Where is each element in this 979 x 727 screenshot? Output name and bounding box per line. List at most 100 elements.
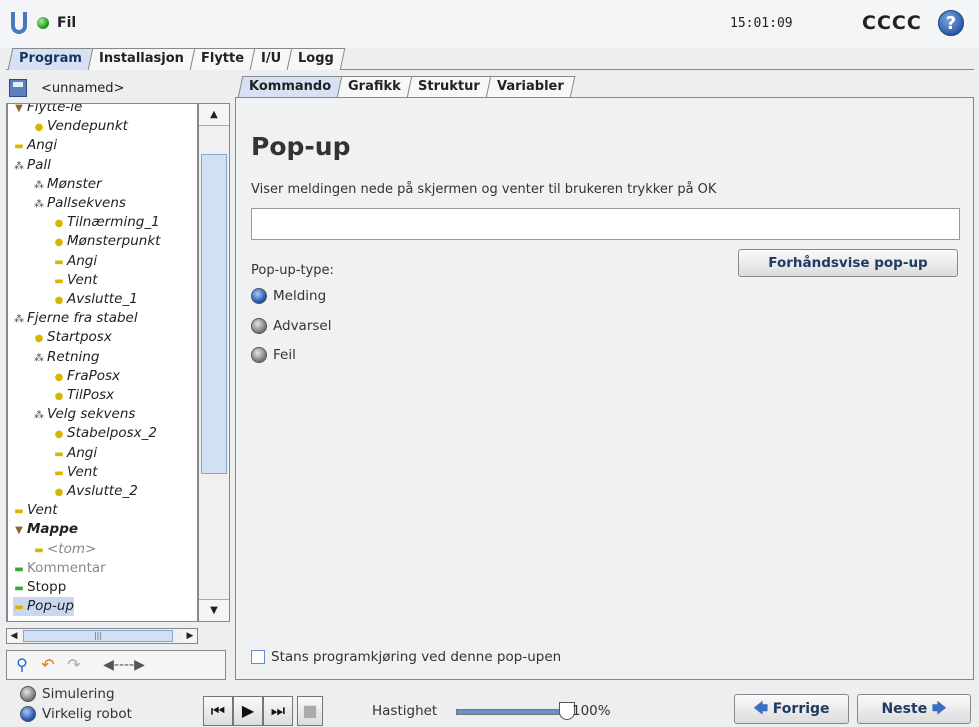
tree-node-label: Pallsekvens (47, 195, 126, 211)
tree-node-label: Vent (67, 271, 98, 288)
file-menu[interactable]: Fil (57, 15, 76, 31)
tree-node[interactable]: ⁂ Mønster (33, 175, 102, 194)
tab-log[interactable]: Logg (286, 48, 346, 70)
waypoint-icon: ● (54, 429, 64, 441)
tree-node[interactable]: ⁂ Pall (13, 156, 51, 175)
tree-node[interactable]: ● Avslutte_2 (53, 482, 138, 501)
waypoint-icon: ● (54, 237, 64, 249)
message-input[interactable] (251, 208, 960, 240)
tree-node[interactable]: ⁂ Retning (33, 348, 99, 367)
tree-node-label: Pall (27, 156, 51, 173)
tab-structure[interactable]: Struktur (406, 76, 492, 98)
waypoint-icon: ● (34, 122, 44, 134)
halt-program-option[interactable]: Stans programkjøring ved denne pop-upen (251, 649, 561, 665)
tab-variables[interactable]: Variabler (485, 76, 575, 98)
tree-node[interactable]: ▬ Vent (13, 501, 58, 520)
tab-installation[interactable]: Installasjon (87, 48, 196, 70)
tree-node[interactable]: ▬ Angi (53, 444, 97, 463)
tree-node-label: Startposx (47, 329, 112, 346)
drag-move-icon[interactable]: ◀----▶ (89, 654, 159, 676)
previous-button[interactable]: 🡄 Forrige (734, 694, 849, 724)
stop-icon[interactable]: ■ (297, 696, 323, 726)
scroll-left-arrow-icon[interactable]: ◀ (7, 629, 21, 643)
waypoint-icon: ● (34, 333, 44, 345)
tab-label: Logg (298, 51, 334, 66)
tree-node[interactable]: ⁂ Fjerne fra stabel (13, 309, 138, 328)
tree-node-label: TilPosx (67, 387, 115, 403)
tree-node[interactable]: ▼ Flytte-le (13, 104, 82, 117)
tree-node[interactable]: ▬ <tom> (33, 540, 96, 559)
radio-unselected-icon[interactable] (251, 347, 267, 363)
waypoint-icon: ● (54, 295, 64, 306)
tree-vertical-scrollbar[interactable]: ▲ ▼ (198, 103, 230, 622)
tree-node[interactable]: ● TilPosx (53, 386, 115, 405)
radio-selected-icon[interactable] (251, 288, 267, 304)
radio-message[interactable]: Melding (251, 286, 326, 306)
play-icon[interactable]: ▶ (233, 696, 263, 726)
tree-node-label: Pop-up (27, 598, 74, 615)
undo-icon[interactable]: ↶ (37, 654, 59, 676)
radio-unselected-icon[interactable] (251, 318, 267, 334)
waypoint-icon: ● (54, 391, 64, 402)
halt-checkbox[interactable] (251, 650, 265, 664)
simulation-mode[interactable]: Simulering (20, 686, 115, 702)
scroll-up-arrow-icon[interactable]: ▲ (199, 104, 229, 126)
set-icon: ▬ (54, 467, 64, 479)
tree-node[interactable]: ● Stabelposx_2 (53, 424, 157, 443)
save-icon[interactable] (9, 79, 27, 97)
set-icon: ▬ (54, 448, 64, 460)
step-icon[interactable]: ⏭ (263, 696, 293, 726)
tree-node[interactable]: ▬ Angi (13, 136, 57, 155)
scroll-thumb-horizontal[interactable]: ||| (23, 630, 173, 642)
tree-node[interactable]: ▼ Mappe (13, 520, 78, 539)
speed-slider-fill (457, 710, 567, 714)
scroll-right-arrow-icon[interactable]: ▶ (183, 629, 197, 643)
tab-graphics[interactable]: Grafikk (336, 76, 413, 98)
tree-node[interactable]: ⁂ Velg sekvens (33, 405, 135, 424)
tree-node[interactable]: ● Vendepunkt (33, 117, 128, 136)
tree-node[interactable]: ▬ Pop-up (13, 597, 74, 617)
tree-node-label: Avslutte_2 (67, 483, 138, 499)
scroll-thumb[interactable] (201, 154, 227, 474)
radio-selected-icon[interactable] (20, 706, 36, 722)
radio-warning[interactable]: Advarsel (251, 316, 331, 336)
search-icon[interactable]: ⚲ (11, 654, 33, 676)
tree-node[interactable]: ▬ Angi (53, 252, 97, 271)
pattern-icon: ⁂ (14, 314, 24, 326)
tab-label: Program (19, 51, 82, 66)
polyscope-window: Fil 15:01:09 CCCC ? Program Installasjon… (0, 0, 979, 727)
rewind-icon[interactable]: ⏮ (203, 696, 233, 726)
tree-node[interactable]: ● Startposx (33, 328, 112, 347)
tree-node-label: Velg sekvens (47, 406, 136, 423)
scroll-down-arrow-icon[interactable]: ▼ (199, 599, 229, 621)
speed-slider[interactable] (456, 702, 575, 720)
preview-popup-button[interactable]: Forhåndsvise pop-up (738, 249, 958, 277)
tree-node[interactable]: ● Avslutte_1 (53, 290, 138, 309)
tab-command[interactable]: Kommando (237, 76, 343, 98)
robot-name: CCCC (862, 12, 922, 34)
tree-node-label: Vent (27, 502, 58, 519)
program-tree[interactable]: ▼ Flytte-le ● Vendepunkt ▬ Angi ⁂ Pall ⁂ Mønster ⁂… (6, 103, 198, 622)
radio-unselected-icon[interactable] (20, 686, 36, 702)
arrow-right-icon: 🡆 (927, 701, 947, 717)
tab-move[interactable]: Flytte (189, 48, 256, 70)
real-robot-mode[interactable]: Virkelig robot (20, 706, 132, 722)
tree-node[interactable]: ● FraPosx (53, 367, 120, 386)
redo-icon[interactable]: ↷ (63, 654, 85, 676)
tree-node[interactable]: ▬ Stopp (13, 578, 66, 597)
tab-io[interactable]: I/U (249, 48, 293, 70)
radio-error[interactable]: Feil (251, 345, 296, 365)
status-ok-icon (37, 17, 49, 29)
tree-node[interactable]: ▬ Kommentar (13, 559, 105, 578)
help-icon[interactable]: ? (938, 10, 964, 36)
tree-node[interactable]: ▬ Vent (53, 463, 97, 482)
tree-node[interactable]: ● Tilnærming_1 (53, 213, 160, 232)
tree-horizontal-scrollbar[interactable]: ◀ ||| ▶ (6, 628, 198, 644)
popup-icon: ▬ (14, 602, 24, 614)
tab-program[interactable]: Program (7, 48, 94, 70)
tree-node[interactable]: ⁂ Pallsekvens (33, 194, 126, 213)
tree-node[interactable]: ● Mønsterpunkt (53, 232, 161, 251)
next-button[interactable]: Neste 🡆 (857, 694, 971, 724)
universal-robots-logo-icon (11, 12, 27, 34)
tree-node[interactable]: ▬ Vent (53, 271, 98, 290)
